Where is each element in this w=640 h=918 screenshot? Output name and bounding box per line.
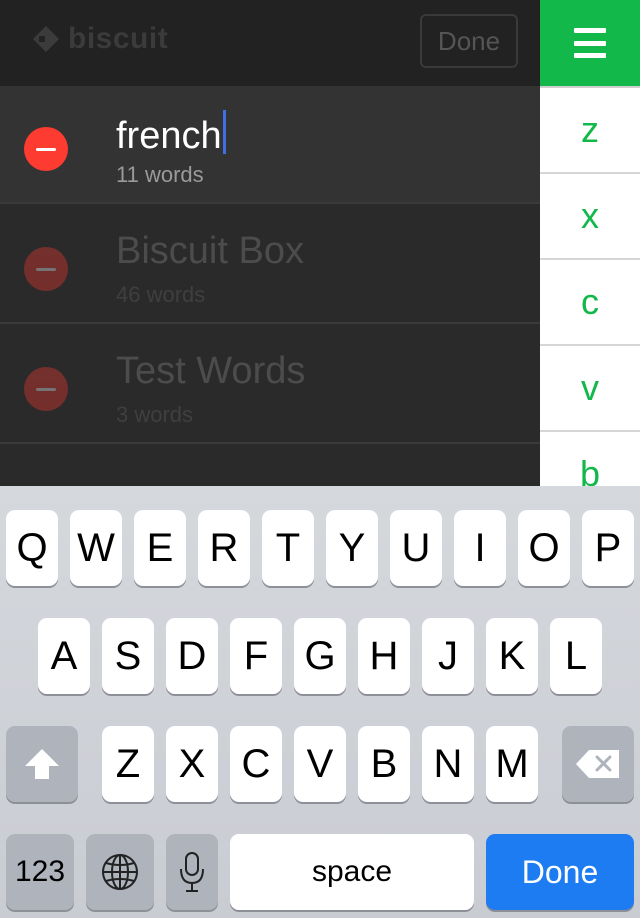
key-c[interactable]: C <box>230 726 282 802</box>
app-logo: biscuit <box>32 22 168 56</box>
key-r[interactable]: R <box>198 510 250 586</box>
onscreen-keyboard: Q W E R T Y U I O P A S D F G H J K L Z … <box>0 486 640 918</box>
key-q[interactable]: Q <box>6 510 58 586</box>
key-z[interactable]: Z <box>102 726 154 802</box>
key-j[interactable]: J <box>422 618 474 694</box>
key-i[interactable]: I <box>454 510 506 586</box>
index-letter[interactable]: x <box>540 172 640 258</box>
key-f[interactable]: F <box>230 618 282 694</box>
letter-index-bar: z x c v b <box>540 86 640 486</box>
hamburger-menu-icon <box>574 28 606 58</box>
numbers-key[interactable]: 123 <box>6 834 74 910</box>
text-caret <box>222 110 226 154</box>
list-word-count: 11 words <box>116 162 204 187</box>
key-a[interactable]: A <box>38 618 90 694</box>
list-item[interactable]: Biscuit Box 46 words <box>0 206 540 324</box>
list-title: Test Words <box>116 350 306 392</box>
shift-key[interactable] <box>6 726 78 802</box>
key-x[interactable]: X <box>166 726 218 802</box>
key-o[interactable]: O <box>518 510 570 586</box>
key-k[interactable]: K <box>486 618 538 694</box>
minus-circle-icon[interactable] <box>24 127 68 171</box>
index-letter[interactable]: v <box>540 344 640 430</box>
key-w[interactable]: W <box>70 510 122 586</box>
key-n[interactable]: N <box>422 726 474 802</box>
list-title-input[interactable]: french <box>116 110 226 158</box>
list-item[interactable]: french 11 words <box>0 86 540 204</box>
index-letter[interactable]: b <box>540 430 640 486</box>
key-g[interactable]: G <box>294 618 346 694</box>
dictation-key[interactable] <box>166 834 218 910</box>
globe-icon <box>102 854 138 890</box>
list-title-text: french <box>116 115 222 157</box>
key-v[interactable]: V <box>294 726 346 802</box>
list-word-count: 46 words <box>116 282 206 307</box>
menu-button[interactable] <box>540 0 640 86</box>
key-e[interactable]: E <box>134 510 186 586</box>
list-item[interactable]: Test Words 3 words <box>0 326 540 444</box>
key-u[interactable]: U <box>390 510 442 586</box>
shift-arrow-icon <box>25 749 59 779</box>
key-s[interactable]: S <box>102 618 154 694</box>
list-word-count: 3 words <box>116 402 194 427</box>
logo-text: biscuit <box>68 22 169 55</box>
word-list: french 11 words Biscuit Box 46 words Tes… <box>0 86 540 486</box>
key-p[interactable]: P <box>582 510 634 586</box>
key-t[interactable]: T <box>262 510 314 586</box>
key-b[interactable]: B <box>358 726 410 802</box>
space-key[interactable]: space <box>230 834 474 910</box>
top-bar: biscuit Done <box>0 0 540 86</box>
list-title: Biscuit Box <box>116 230 304 272</box>
index-letter[interactable]: c <box>540 258 640 344</box>
done-button[interactable]: Done <box>420 14 518 68</box>
biscuit-logo-icon <box>33 26 59 52</box>
backspace-icon <box>576 750 619 778</box>
microphone-icon <box>180 852 204 892</box>
backspace-key[interactable] <box>562 726 634 802</box>
key-d[interactable]: D <box>166 618 218 694</box>
minus-circle-icon[interactable] <box>24 247 68 291</box>
globe-key[interactable] <box>86 834 154 910</box>
minus-circle-icon[interactable] <box>24 367 68 411</box>
key-y[interactable]: Y <box>326 510 378 586</box>
key-m[interactable]: M <box>486 726 538 802</box>
keyboard-done-key[interactable]: Done <box>486 834 634 910</box>
key-h[interactable]: H <box>358 618 410 694</box>
key-l[interactable]: L <box>550 618 602 694</box>
index-letter[interactable]: z <box>540 86 640 172</box>
